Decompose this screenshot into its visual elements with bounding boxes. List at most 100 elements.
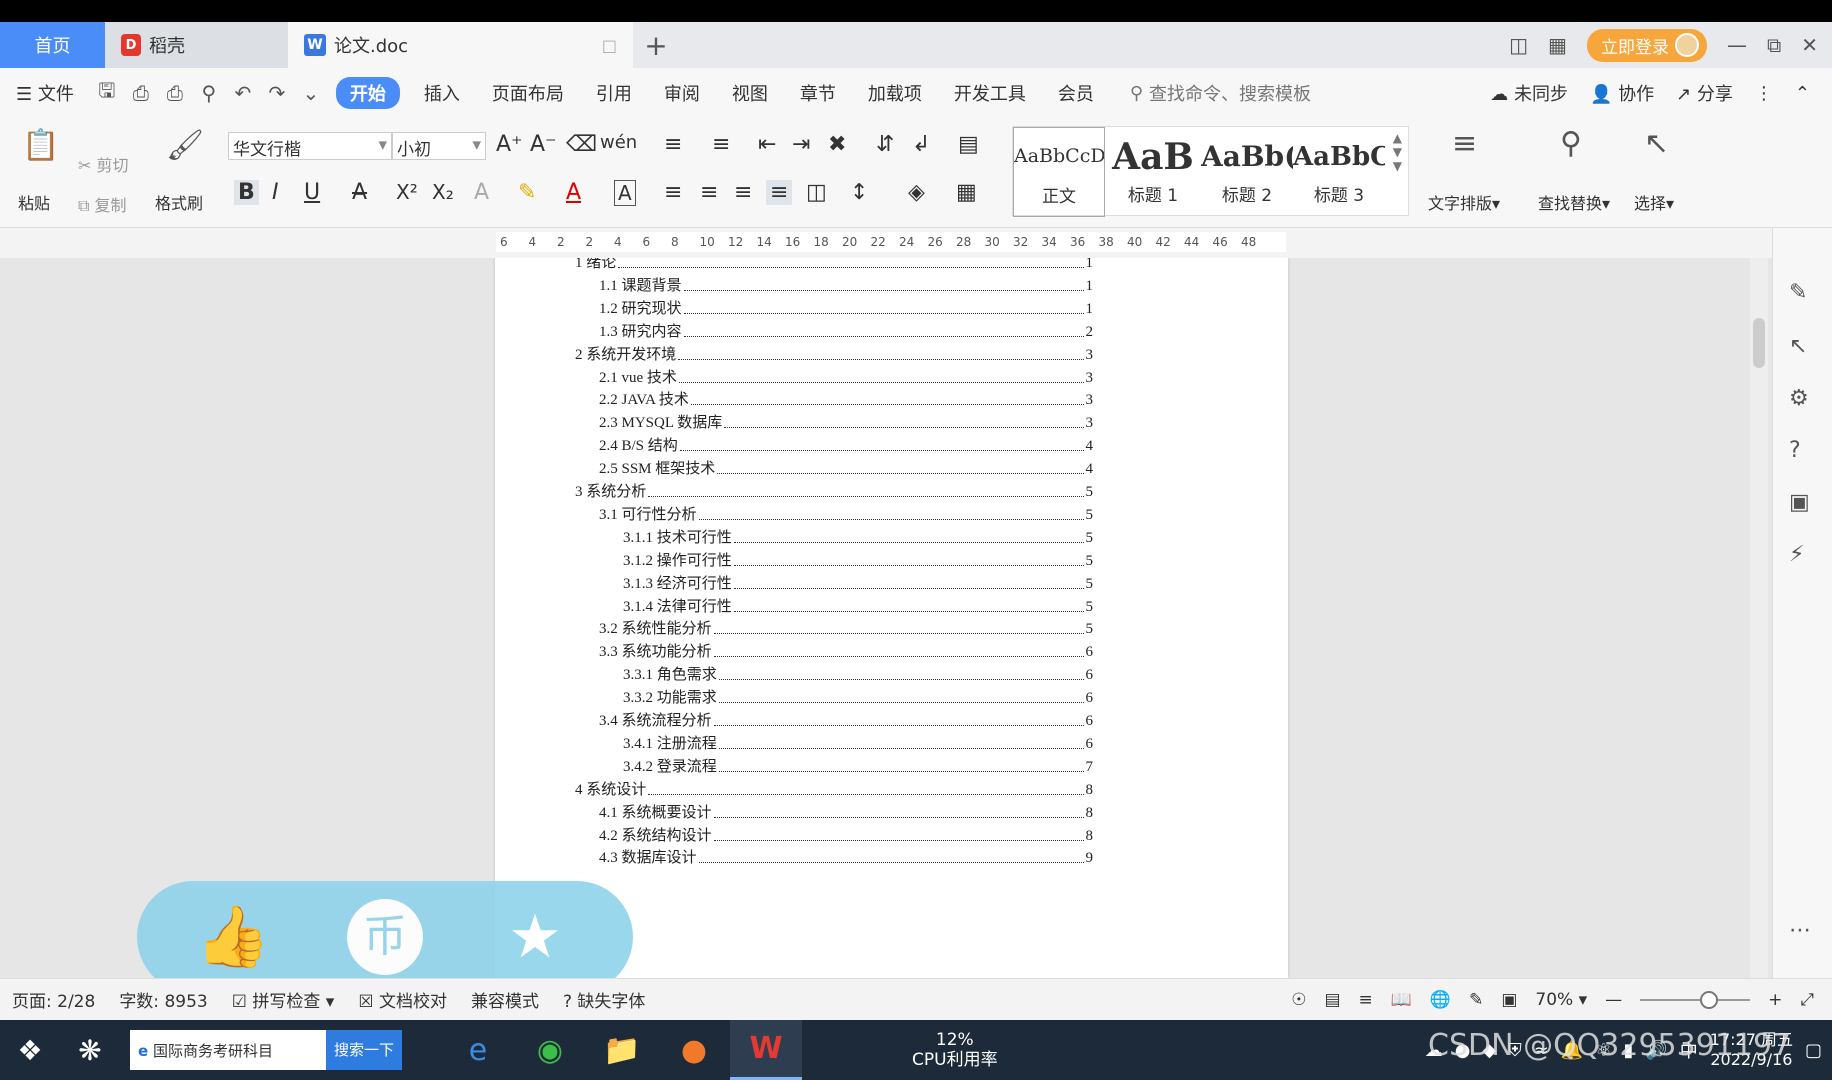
action-center-icon[interactable]: ▢	[1805, 1040, 1822, 1061]
toc-entry[interactable]: 3.3 系统功能分析 6	[599, 641, 1093, 661]
paste-icon[interactable]: 📋	[22, 128, 59, 163]
menu-section[interactable]: 章节	[784, 80, 852, 106]
scroll-thumb[interactable]	[1753, 318, 1765, 368]
menu-insert[interactable]: 插入	[408, 80, 476, 106]
page-indicator[interactable]: 页面: 2/28	[0, 987, 107, 1012]
menu-references[interactable]: 引用	[580, 80, 648, 106]
toc-entry[interactable]: 1.2 研究现状 1	[599, 298, 1093, 318]
font-size-select[interactable]: 小初 ▾	[392, 132, 486, 160]
taskbar-search-button[interactable]: 搜索一下	[326, 1030, 403, 1070]
file-explorer-icon[interactable]: 📁	[586, 1020, 658, 1080]
toc-entry[interactable]: 3.4.1 注册流程 6	[623, 733, 1093, 753]
collapse-ribbon-icon[interactable]: ⌃	[1795, 83, 1810, 104]
minimize-icon[interactable]: —	[1727, 33, 1747, 57]
toc-entry[interactable]: 2.2 JAVA 技术 3	[599, 389, 1093, 409]
toc-entry[interactable]: 3.1 可行性分析 5	[599, 504, 1093, 524]
toc-entry[interactable]: 2.3 MYSQL 数据库 3	[599, 412, 1093, 432]
menu-start[interactable]: 开始	[335, 77, 400, 109]
spell-check[interactable]: ☑ 拼写检查 ▾	[220, 987, 347, 1012]
more-icon[interactable]: ⋮	[1755, 83, 1773, 104]
superscript-icon[interactable]: X²	[396, 180, 418, 204]
numbered-list-icon[interactable]: ≡	[712, 132, 730, 157]
toc-entry[interactable]: 3.3.2 功能需求 6	[623, 687, 1093, 707]
zoom-slider-knob[interactable]	[1700, 990, 1719, 1009]
share-button[interactable]: ↗ 分享	[1676, 80, 1733, 106]
toc-entry[interactable]: 3.1.2 操作可行性 5	[623, 550, 1093, 570]
command-search[interactable]: ⚲ 查找命令、搜索模板	[1130, 80, 1311, 106]
ie-icon[interactable]: e	[442, 1020, 514, 1080]
find-replace-icon[interactable]: ⚲	[1560, 126, 1582, 161]
menu-addins[interactable]: 加载项	[852, 80, 938, 106]
increase-indent-icon[interactable]: ⇥	[792, 132, 810, 157]
menu-review[interactable]: 审阅	[648, 80, 716, 106]
screen-icon[interactable]: □	[602, 36, 617, 55]
web-view-icon[interactable]: 🌐	[1430, 990, 1451, 1010]
toc-entry[interactable]: 4 系统设计 8	[575, 779, 1093, 799]
tab-docer[interactable]: D 稻壳	[105, 22, 288, 68]
line-spacing-icon[interactable]: ↕	[850, 180, 868, 205]
toc-entry[interactable]: 3.3.1 角色需求 6	[623, 664, 1093, 684]
cut-button[interactable]: ✂ 剪切	[78, 152, 129, 176]
fit-page-icon[interactable]: ▣	[1501, 990, 1517, 1010]
restore-icon[interactable]: ⧉	[1767, 33, 1781, 57]
toc-entry[interactable]: 1 绪论 1	[575, 258, 1093, 272]
clear-format-icon[interactable]: ⌫	[566, 132, 597, 157]
paste-button[interactable]: 粘贴	[18, 190, 50, 214]
find-replace-button[interactable]: 查找替换▾	[1538, 190, 1610, 214]
save-icon[interactable]: 🖫	[90, 76, 124, 110]
write-view-icon[interactable]: ✎	[1469, 990, 1483, 1010]
redo-icon[interactable]: ↷	[260, 81, 294, 105]
toc-entry[interactable]: 2.5 SSM 框架技术 4	[599, 458, 1093, 478]
zoom-in-icon[interactable]: +	[1768, 990, 1782, 1010]
horizontal-ruler[interactable]: 6 4 2 2 4 6 8 10 12 14 16 18 20 22 24 26 28 30 32 34 36 38 40 4…	[0, 228, 1832, 258]
toc-entry[interactable]: 1.3 研究内容 2	[599, 321, 1093, 341]
reading-mode-icon[interactable]: ◫	[1509, 33, 1528, 57]
eye-protect-icon[interactable]: ☉	[1291, 990, 1306, 1010]
image-edit-icon[interactable]: ▣	[1789, 490, 1810, 515]
align-right-icon[interactable]: ≡	[734, 180, 752, 205]
highlight-icon[interactable]: ✎	[518, 180, 536, 205]
edit-pen-icon[interactable]: ✎	[1789, 280, 1807, 305]
toc-entry[interactable]: 3.4 系统流程分析 6	[599, 710, 1093, 730]
taskbar-search[interactable]: e 国际商务考研科目 搜索一下	[130, 1030, 403, 1070]
print-preview-icon[interactable]: ⚲	[192, 81, 226, 105]
style-heading-1[interactable]: AaB 标题 1	[1107, 127, 1199, 217]
format-painter-icon[interactable]: 🖌	[166, 128, 204, 163]
document-area[interactable]: 1 绪论 1 1.1 课题背景 1 1.2 研究现状 1 1.3 研究内容 2 2 系统开发环境…	[0, 258, 1790, 978]
menu-page-layout[interactable]: 页面布局	[476, 80, 580, 106]
bullet-list-icon[interactable]: ≡	[664, 132, 682, 157]
export-pdf-icon[interactable]: ⎙	[124, 81, 158, 105]
apps-grid-icon[interactable]: ▦	[1548, 33, 1567, 57]
text-layout-button[interactable]: 文字排版▾	[1428, 190, 1500, 214]
toc-entry[interactable]: 3.1.4 法律可行性 5	[623, 596, 1093, 616]
undo-icon[interactable]: ↶	[226, 81, 260, 105]
toc-entry[interactable]: 3.1.3 经济可行性 5	[623, 573, 1093, 593]
char-border-icon[interactable]: A	[614, 180, 636, 206]
star-icon[interactable]: ★	[497, 899, 573, 975]
toc-entry[interactable]: 2 系统开发环境 3	[575, 344, 1093, 364]
subscript-icon[interactable]: X₂	[432, 180, 454, 204]
text-effect-icon[interactable]: A	[474, 180, 489, 205]
adjust-sliders-icon[interactable]: ⚙	[1789, 386, 1809, 411]
text-layout-icon[interactable]: ≡	[1452, 126, 1477, 161]
fullscreen-icon[interactable]: ⤢	[1800, 990, 1814, 1010]
italic-icon[interactable]: I	[272, 180, 279, 205]
align-center-icon[interactable]: ≡	[700, 180, 718, 205]
menu-member[interactable]: 会员	[1042, 80, 1110, 106]
lightning-icon[interactable]: ⚡	[1789, 542, 1804, 567]
chinese-layout-icon[interactable]: ✖	[828, 132, 846, 157]
zoom-slider[interactable]	[1640, 990, 1751, 1009]
bold-icon[interactable]: B	[234, 180, 259, 205]
toc-entry[interactable]: 3.1.1 技术可行性 5	[623, 527, 1093, 547]
tab-document[interactable]: W 论文.doc □	[288, 22, 633, 68]
browser-green-icon[interactable]: ◉	[514, 1020, 586, 1080]
new-tab-button[interactable]: +	[633, 22, 679, 68]
word-count[interactable]: 字数: 8953	[107, 987, 219, 1012]
grow-font-icon[interactable]: A⁺	[496, 132, 523, 157]
toc-entry[interactable]: 4.3 数据库设计 9	[599, 847, 1093, 867]
toc-entry[interactable]: 3.2 系统性能分析 5	[599, 618, 1093, 638]
zoom-out-icon[interactable]: —	[1605, 990, 1622, 1010]
thumbs-up-icon[interactable]: 👍	[195, 899, 271, 975]
style-heading-3[interactable]: AaBbC 标题 3	[1293, 127, 1385, 217]
missing-font[interactable]: ? 缺失字体	[551, 987, 657, 1012]
